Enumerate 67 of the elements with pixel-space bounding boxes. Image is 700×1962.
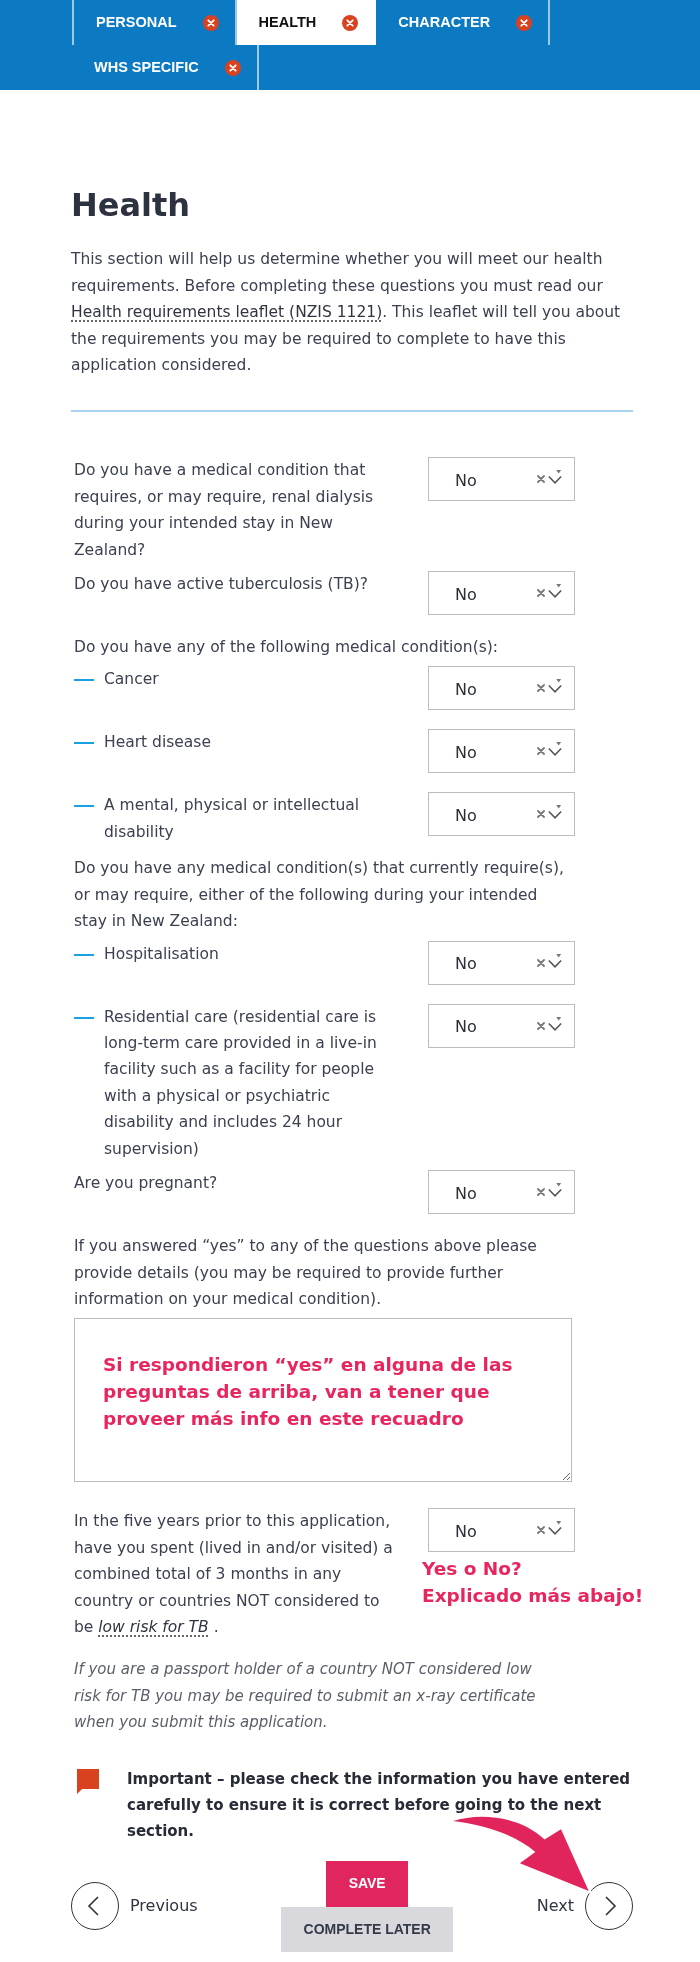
dropdown-icon[interactable]	[548, 679, 562, 694]
question-text: Do you have active tuberculosis (TB)?	[74, 574, 369, 596]
question-text: If you answered “yes” to any of the questions above please provide details (you may be required to provide further information on your medical condition).	[74, 1236, 538, 1310]
question-text: Cancer	[104, 669, 159, 691]
note-text: If you are a passport holder of a country NOT considered low risk for TB you may be required to submit an x-ray certificate when you submit this application.	[74, 1659, 537, 1734]
clear-icon[interactable]	[537, 589, 545, 598]
question-text: Residential care (residential care is long-term care provided in a live-in facility such as a facility for people with a physical or psychiatric disability and includes 24 hour supervision)	[104, 1006, 378, 1160]
clear-icon[interactable]	[537, 747, 545, 756]
intro-text: This section will help us determine whether you will meet our health requirements. Before completing these questions you must read our Health requirements leaflet (NZIS 1121). This leaflet will tell you about the requirements you may be required to complete to have this application considered.	[71, 249, 622, 376]
dropdown-icon[interactable]	[548, 1183, 562, 1198]
chevron-left-icon	[71, 1882, 119, 1931]
clear-icon[interactable]	[537, 1526, 545, 1535]
select-field[interactable]: No	[428, 792, 575, 837]
section-tab[interactable]: WHS SPECIFIC	[72, 45, 259, 90]
dropdown-icon[interactable]	[548, 742, 562, 757]
dropdown-icon[interactable]	[548, 470, 562, 485]
clear-icon[interactable]	[537, 810, 545, 819]
cross-circle-icon	[516, 14, 533, 31]
previous-button[interactable]: Previous	[71, 1882, 198, 1931]
annotation-text: Yes o No? Explicado más abajo!	[422, 1557, 644, 1609]
dropdown-icon[interactable]	[548, 1521, 562, 1536]
question-text: Do you have any medical condition(s) that currently require(s), or may require, either of the following during your intended stay in New Zealand:	[74, 858, 565, 933]
question-text: Do you have a medical condition that requires, or may require, renal dialysis during your intended stay in New Zealand?	[74, 460, 375, 561]
clear-icon[interactable]	[537, 1188, 545, 1197]
select-field[interactable]: No	[428, 940, 575, 985]
section-tab[interactable]: HEALTH	[236, 0, 377, 45]
clear-icon[interactable]	[537, 958, 545, 967]
select-field[interactable]: No	[428, 666, 575, 711]
clear-icon[interactable]	[537, 475, 545, 484]
select-field[interactable]: No	[428, 457, 575, 502]
chevron-right-icon	[585, 1882, 633, 1931]
dropdown-icon[interactable]	[548, 1016, 562, 1031]
question-text: Are you pregnant?	[74, 1173, 219, 1195]
details-field[interactable]	[74, 1318, 572, 1483]
leaflet-link[interactable]: Health requirements leaflet (NZIS 1121)	[71, 303, 383, 322]
cross-circle-icon	[224, 59, 241, 76]
page-title: Health	[71, 186, 192, 225]
question-text: In the five years prior to this application, have you spent (lived in and/or visited) a combined total of 3 months in any country or countries NOT considered to be low risk for TB .	[74, 1511, 394, 1638]
annotation-text: Si respondieron “yes” en alguna de las preguntas de arriba, van a tener que proveer más info en este recuadro	[103, 1353, 514, 1432]
dash-icon	[74, 679, 94, 682]
important-text: Important – please check the information you have entered carefully to ensure it is correct before going to the next section.	[127, 1768, 632, 1843]
cross-circle-icon	[342, 14, 359, 31]
question-text: Heart disease	[104, 732, 211, 754]
clear-icon[interactable]	[537, 1021, 545, 1030]
select-field[interactable]: No	[428, 729, 575, 774]
dash-icon	[74, 805, 94, 808]
question-text: Do you have any of the following medical condition(s):	[74, 637, 500, 659]
low-risk-link[interactable]: low risk for TB	[98, 1617, 209, 1636]
cross-circle-icon	[202, 14, 219, 31]
question-text: A mental, physical or intellectual disability	[104, 795, 361, 843]
next-button[interactable]: Next	[536, 1882, 633, 1931]
save-button[interactable]: SAVE	[326, 1860, 409, 1907]
dropdown-icon[interactable]	[548, 953, 562, 968]
select-field[interactable]: No	[428, 571, 575, 616]
select-field[interactable]: No	[428, 1170, 575, 1215]
dash-icon	[74, 1016, 94, 1019]
question-text: Hospitalisation	[104, 943, 219, 965]
dash-icon	[74, 742, 94, 745]
dropdown-icon[interactable]	[548, 805, 562, 820]
select-field[interactable]: No	[428, 1003, 575, 1048]
dash-icon	[74, 953, 94, 956]
select-field[interactable]: No	[428, 1508, 575, 1553]
section-tab[interactable]: CHARACTER	[376, 0, 551, 45]
clear-icon[interactable]	[537, 684, 545, 693]
dropdown-icon[interactable]	[548, 584, 562, 599]
complete-later-button[interactable]: COMPLETE LATER	[281, 1906, 454, 1952]
speech-bubble-icon	[77, 1768, 99, 1794]
